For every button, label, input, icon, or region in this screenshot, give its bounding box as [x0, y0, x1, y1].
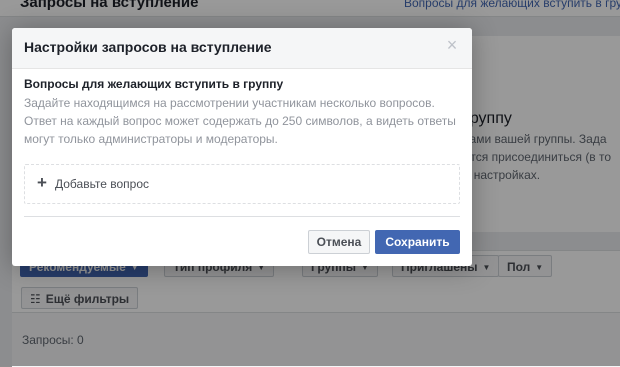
dialog-divider	[24, 216, 460, 217]
questions-section-title: Вопросы для желающих вступить в группу	[24, 77, 284, 91]
close-icon[interactable]: ×	[444, 36, 460, 54]
questions-section-description: Задайте находящимся на рассмотрении учас…	[24, 96, 456, 146]
dialog-title: Настройки запросов на вступление	[24, 39, 272, 55]
dialog-header: Настройки запросов на вступление ×	[12, 28, 472, 69]
join-settings-dialog: Настройки запросов на вступление × Вопро…	[12, 28, 472, 266]
add-question-label: Добавьте вопрос	[55, 177, 150, 191]
cancel-button[interactable]: Отмена	[308, 230, 370, 254]
dialog-body: Вопросы для желающих вступить в группу З…	[24, 76, 460, 204]
add-question-button[interactable]: + Добавьте вопрос	[24, 164, 460, 204]
plus-icon: +	[37, 173, 47, 192]
save-button[interactable]: Сохранить	[375, 230, 460, 254]
